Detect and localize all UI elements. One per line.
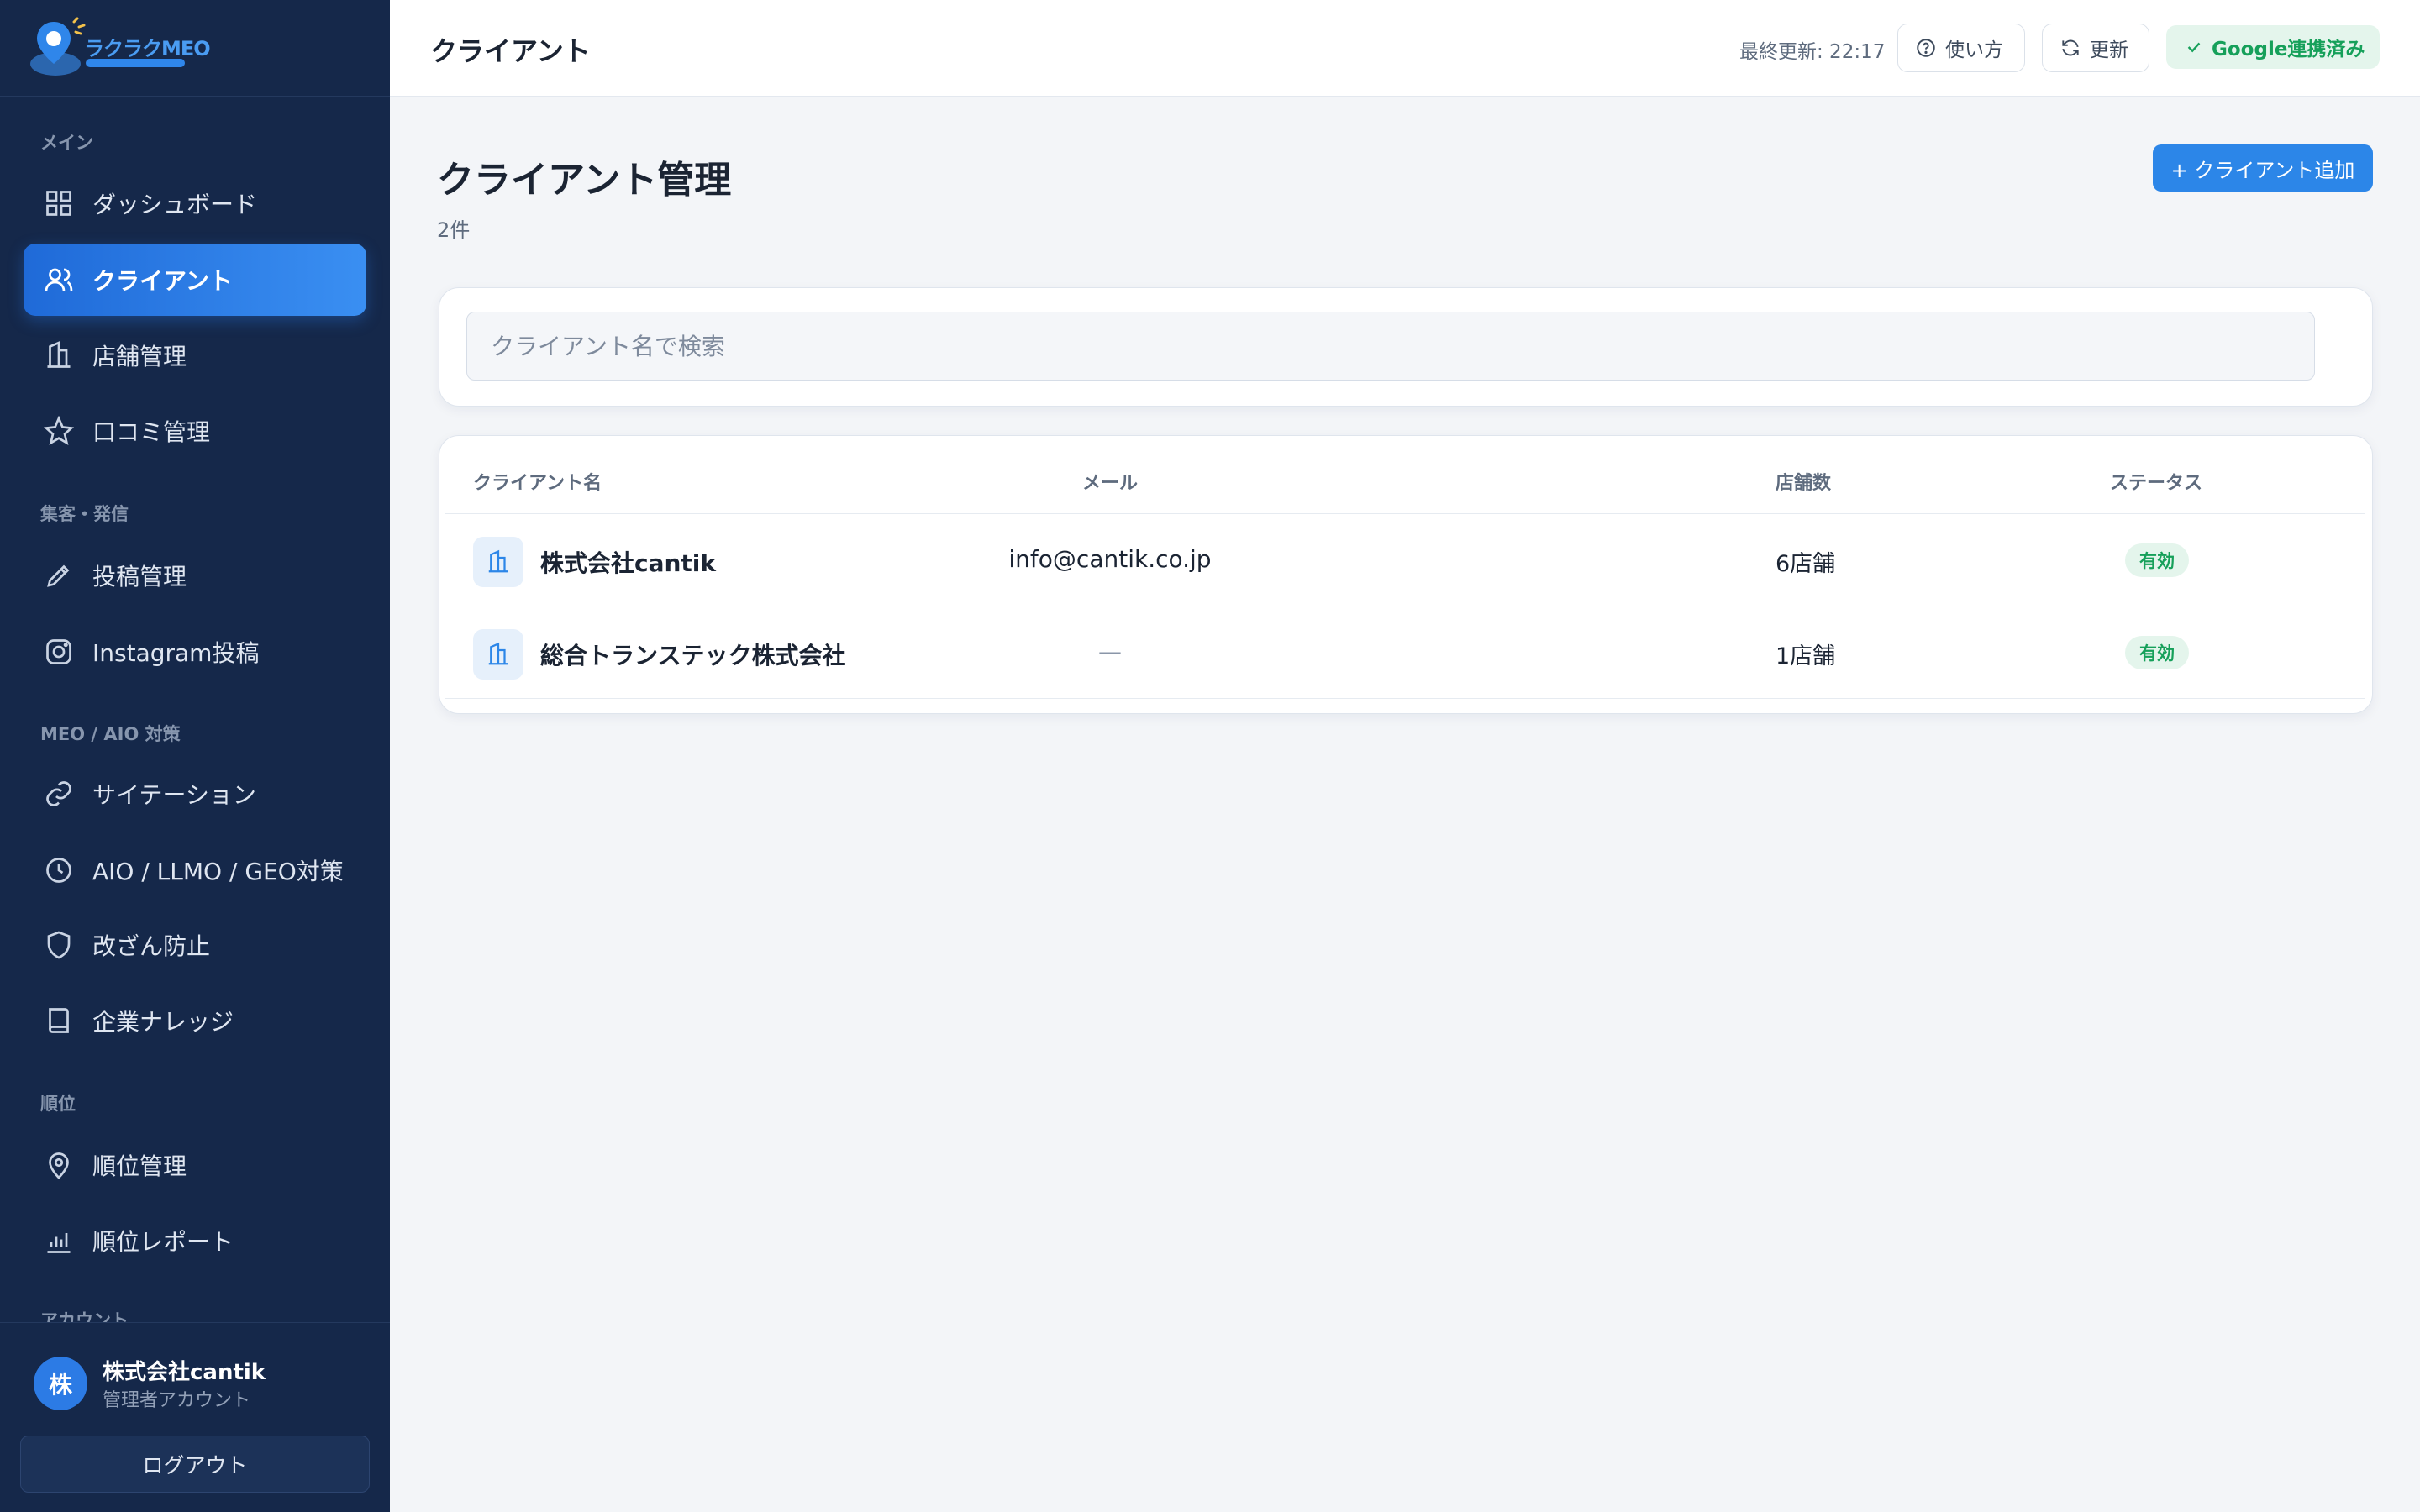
sidebar-item-label: Instagram投稿 xyxy=(92,639,260,667)
section-label-main: メイン xyxy=(40,133,93,153)
shield-icon xyxy=(44,930,74,960)
sidebar-item-label: 順位管理 xyxy=(92,1152,187,1180)
page-title: クライアント xyxy=(430,35,591,67)
users-icon xyxy=(44,265,74,295)
sidebar-item-rank-report[interactable]: 順位レポート xyxy=(24,1205,366,1277)
instagram-icon xyxy=(44,637,74,667)
column-header-stores: 店舗数 xyxy=(1776,473,1832,494)
check-icon xyxy=(2187,42,2201,53)
sidebar-item-label: サイテーション xyxy=(92,781,256,809)
grid-icon xyxy=(44,188,74,218)
star-icon xyxy=(44,416,74,446)
section-title: クライアント管理 xyxy=(437,159,732,202)
clock-icon xyxy=(44,855,74,885)
search-input[interactable] xyxy=(466,312,2315,381)
row-divider xyxy=(445,698,2365,699)
sidebar-item-citation[interactable]: サイテーション xyxy=(24,758,366,830)
sidebar-item-aio[interactable]: AIO / LLMO / GEO対策 xyxy=(24,834,366,906)
logo-underline xyxy=(86,59,185,67)
sidebar-item-label: 店舗管理 xyxy=(92,343,187,370)
logo-text: ラクラクMEO xyxy=(84,37,211,60)
last-updated: 最終更新: 22:17 xyxy=(1739,41,1886,63)
help-button[interactable]: 使い方 xyxy=(1897,24,2025,72)
sidebar-item-label: 順位レポート xyxy=(92,1228,234,1256)
refresh-button[interactable]: 更新 xyxy=(2042,24,2149,72)
refresh-icon xyxy=(2062,39,2079,56)
pen-icon xyxy=(44,560,74,591)
clients-table: クライアント名 メール 店舗数 ステータス 株式会社cantik info@ca… xyxy=(439,435,2373,714)
map-pin-icon xyxy=(44,1150,74,1180)
sidebar-item-knowledge[interactable]: 企業ナレッジ xyxy=(24,984,366,1057)
client-email: — xyxy=(1098,638,1122,665)
sidebar-item-clients[interactable]: クライアント xyxy=(24,244,366,316)
logo-icon xyxy=(30,17,86,76)
help-icon xyxy=(1917,39,1935,57)
sidebar: ラクラクMEO メイン ダッシュボード クライアント 店舗管理 口コミ管理 集客… xyxy=(0,0,390,1512)
sidebar-item-tamper-protection[interactable]: 改ざん防止 xyxy=(24,909,366,981)
sidebar-item-posts[interactable]: 投稿管理 xyxy=(24,539,366,612)
column-header-status: ステータス xyxy=(2110,473,2203,494)
help-label: 使い方 xyxy=(1945,39,2003,61)
row-divider xyxy=(445,513,2365,514)
sidebar-item-dashboard[interactable]: ダッシュボード xyxy=(24,167,366,239)
sidebar-item-label: AIO / LLMO / GEO対策 xyxy=(92,858,344,885)
add-client-button[interactable]: + クライアント追加 xyxy=(2153,144,2373,192)
logo-area: ラクラクMEO xyxy=(0,0,390,97)
sidebar-item-instagram[interactable]: Instagram投稿 xyxy=(24,616,366,688)
bar-chart-icon xyxy=(44,1226,74,1256)
table-row[interactable]: 総合トランステック株式会社 — 1店舗 有効 xyxy=(439,607,2372,700)
google-status-label: Google連携済み xyxy=(2212,39,2365,60)
top-bar: クライアント 最終更新: 22:17 使い方 更新 Google連携済み xyxy=(390,0,2420,97)
sidebar-item-stores[interactable]: 店舗管理 xyxy=(24,319,366,391)
sidebar-item-label: クライアント xyxy=(92,267,233,295)
column-header-email: メール xyxy=(1081,473,1138,494)
building-icon xyxy=(44,340,74,370)
sidebar-item-label: ダッシュボード xyxy=(92,191,258,218)
logout-button[interactable]: ログアウト xyxy=(20,1436,370,1493)
link-icon xyxy=(44,779,74,809)
sidebar-item-rank-management[interactable]: 順位管理 xyxy=(24,1129,366,1201)
avatar: 株 xyxy=(34,1357,87,1410)
user-panel: 株 株式会社cantik 管理者アカウント ログアウト xyxy=(0,1322,390,1512)
result-count: 2件 xyxy=(437,218,471,242)
table-row[interactable]: 株式会社cantik info@cantik.co.jp 6店舗 有効 xyxy=(439,515,2372,607)
section-label-meo: MEO / AIO 対策 xyxy=(40,724,181,744)
sidebar-item-label: 企業ナレッジ xyxy=(92,1008,234,1036)
status-badge: 有効 xyxy=(2125,636,2189,669)
user-name: 株式会社cantik xyxy=(103,1360,266,1385)
book-icon xyxy=(44,1005,74,1036)
client-store-count: 1店舗 xyxy=(1776,643,1836,669)
client-store-count: 6店舗 xyxy=(1776,551,1836,577)
refresh-label: 更新 xyxy=(2090,39,2128,61)
status-badge: 有効 xyxy=(2125,543,2189,577)
section-label-ranking: 順位 xyxy=(40,1094,76,1114)
sidebar-item-reviews[interactable]: 口コミ管理 xyxy=(24,395,366,467)
google-status-badge: Google連携済み xyxy=(2166,25,2380,69)
client-email: info@cantik.co.jp xyxy=(1008,545,1212,573)
sidebar-item-label: 改ざん防止 xyxy=(92,932,211,960)
section-label-marketing: 集客・発信 xyxy=(40,504,129,524)
search-card xyxy=(439,287,2373,407)
sidebar-item-label: 投稿管理 xyxy=(92,563,187,591)
user-role: 管理者アカウント xyxy=(103,1390,251,1411)
sidebar-item-label: 口コミ管理 xyxy=(92,418,211,446)
